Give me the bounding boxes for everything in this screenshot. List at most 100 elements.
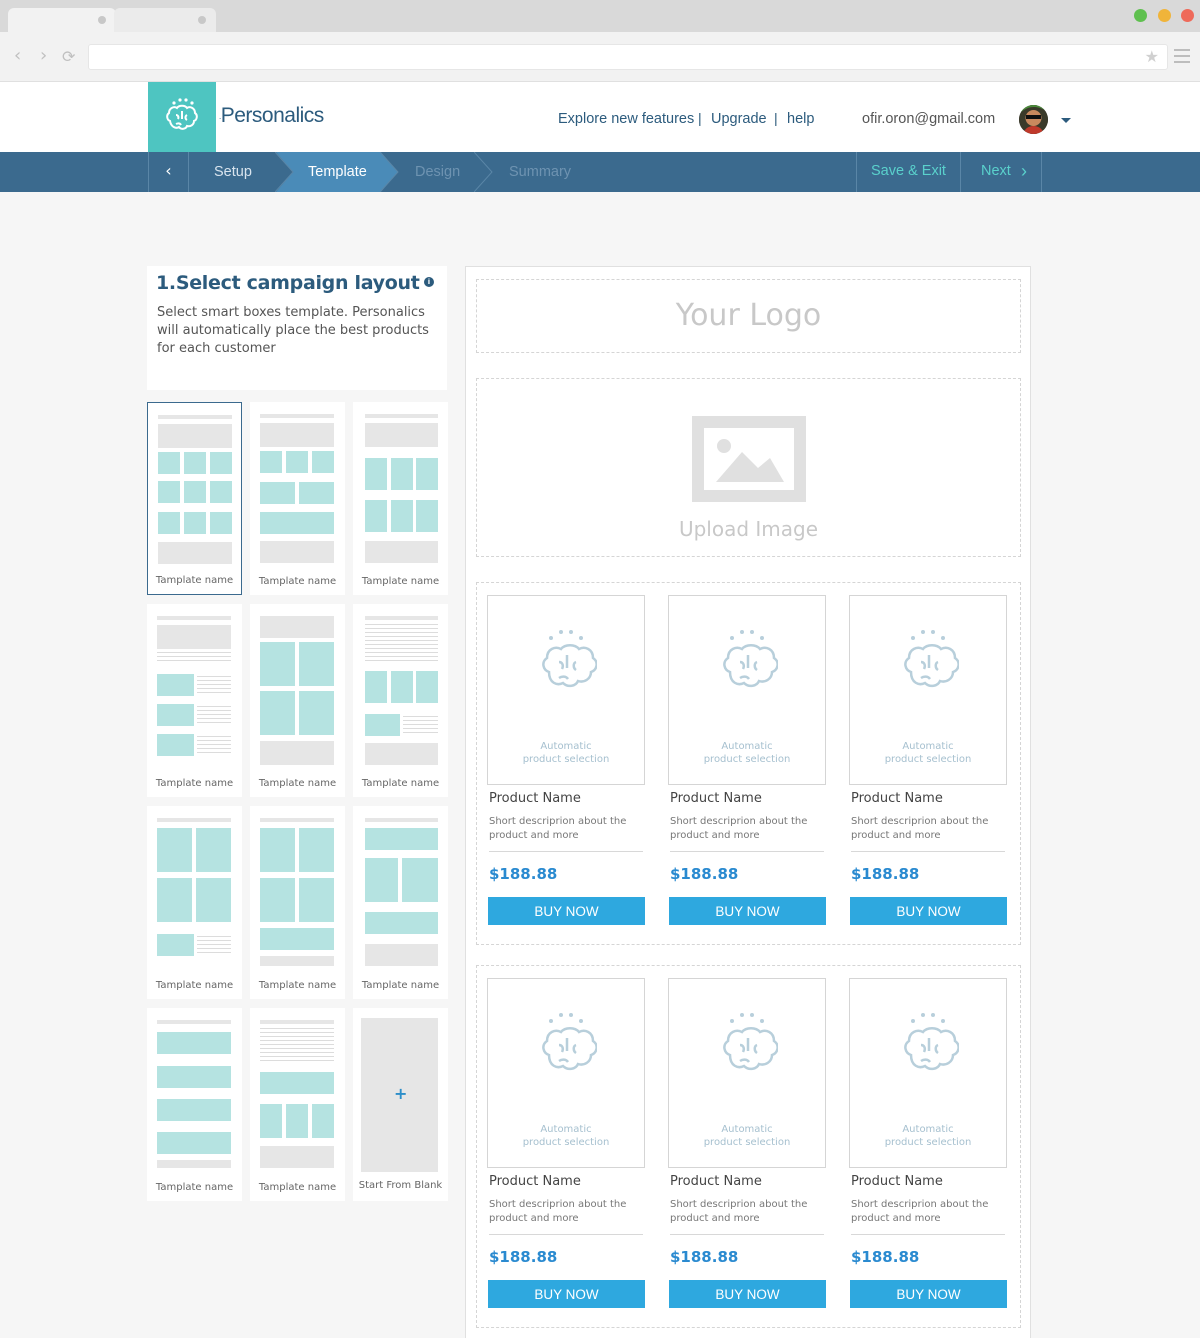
window-close-icon[interactable] [1181,9,1194,22]
panel-title: 1.Select campaign layout [156,272,420,294]
template-card[interactable]: Tamplate name [147,806,242,999]
auto-label-2: product selection [884,754,972,765]
brain-icon [904,630,959,688]
template-card[interactable]: Tamplate name [353,604,448,797]
app-header: .Personalics Explore new features | Upgr… [0,82,1200,152]
brand-name[interactable]: .Personalics [219,104,324,128]
product-price: $188.88 [670,1248,739,1266]
product-price: $188.88 [489,1248,558,1266]
product-name: Product Name [489,791,581,806]
logo-placeholder[interactable]: Your Logo [476,279,1021,353]
user-email[interactable]: ofir.oron@gmail.com [862,111,995,127]
chevron-left-icon[interactable]: ‹ [148,152,189,192]
buy-now-button[interactable]: BUY NOW [850,897,1007,925]
auto-label-2: product selection [884,1137,972,1148]
tab-close-icon[interactable] [98,16,106,24]
auto-label-2: product selection [703,1137,791,1148]
step-template[interactable]: Template [308,152,367,192]
step-chevron-icon [474,152,493,192]
upload-image-area[interactable]: Upload Image [476,378,1021,557]
template-card[interactable]: Tamplate name [353,806,448,999]
browser-tab[interactable] [114,8,216,32]
buy-now-button[interactable]: BUY NOW [488,897,645,925]
image-icon [692,416,806,502]
save-exit-button[interactable]: Save & Exit [856,152,960,192]
product-name: Product Name [670,1174,762,1189]
template-name: Tamplate name [155,575,234,586]
product-name: Product Name [489,1174,581,1189]
start-from-blank-card[interactable]: + Start From Blank [353,1008,448,1201]
brand-label: Personalics [220,104,325,127]
chevron-right-icon: › [1021,161,1027,181]
product-image-placeholder[interactable]: Automatic product selection [849,595,1007,785]
product-description: Short descriprion about the product and … [670,1199,808,1224]
explore-features-link[interactable]: Explore new features [558,111,694,127]
brain-icon [723,630,778,688]
template-card[interactable]: Tamplate name [147,402,242,595]
template-name: Tamplate name [258,980,337,991]
window-minimize-icon[interactable] [1158,9,1171,22]
auto-label-2: product selection [522,754,610,765]
help-link[interactable]: help [787,111,814,127]
product-image-placeholder[interactable]: Automatic product selection [849,978,1007,1168]
template-card[interactable]: Tamplate name [147,604,242,797]
buy-now-button[interactable]: BUY NOW [850,1280,1007,1308]
upgrade-link[interactable]: Upgrade [711,111,767,127]
template-name: Tamplate name [258,1182,337,1193]
template-card[interactable]: Tamplate name [250,1008,345,1201]
tab-close-icon[interactable] [198,16,206,24]
template-name: Tamplate name [361,576,440,587]
template-name: Tamplate name [155,980,234,991]
step-summary[interactable]: Summary [509,152,571,192]
product-description: Short descriprion about the product and … [489,1199,627,1224]
auto-label-1: Automatic [902,741,954,752]
buy-now-button[interactable]: BUY NOW [488,1280,645,1308]
template-name: Tamplate name [155,778,234,789]
address-bar[interactable]: ★ [88,44,1168,70]
product-name: Product Name [851,1174,943,1189]
template-card[interactable]: Tamplate name [250,806,345,999]
separator: | [698,110,702,126]
divider [489,851,643,852]
divider [670,851,824,852]
back-arrow-icon[interactable]: ‹ [14,46,21,66]
template-name: Start From Blank [358,1180,443,1191]
product-image-placeholder[interactable]: Automatic product selection [668,595,826,785]
product-description: Short descriprion about the product and … [851,1199,989,1224]
auto-label-1: Automatic [540,741,592,752]
template-card[interactable]: Tamplate name [147,1008,242,1201]
next-button[interactable]: Next › [960,152,1042,192]
product-image-placeholder[interactable]: Automatic product selection [487,595,645,785]
step-design[interactable]: Design [415,152,460,192]
product-image-placeholder[interactable]: Automatic product selection [668,978,826,1168]
browser-menu-icon[interactable] [1174,49,1190,67]
browser-tab[interactable] [8,8,116,32]
auto-label-2: product selection [703,754,791,765]
product-price: $188.88 [851,865,920,883]
brain-icon [542,630,597,688]
product-row: Automatic product selection Product Name … [476,965,1021,1328]
window-maximize-icon[interactable] [1134,9,1147,22]
template-card[interactable]: Tamplate name [250,402,345,595]
logo-placeholder-text: Your Logo [675,298,822,333]
auto-label-2: product selection [522,1137,610,1148]
info-icon[interactable]: i [424,277,434,287]
step-setup[interactable]: Setup [214,152,252,192]
chevron-down-icon[interactable] [1061,118,1071,123]
buy-now-button[interactable]: BUY NOW [669,897,826,925]
browser-tab-strip [0,0,1200,32]
browser-toolbar: ‹ › ⟳ ★ [0,32,1200,82]
template-card[interactable]: Tamplate name [353,402,448,595]
template-name: Tamplate name [361,778,440,789]
forward-arrow-icon[interactable]: › [40,46,47,66]
template-card[interactable]: Tamplate name [250,604,345,797]
auto-label-1: Automatic [540,1124,592,1135]
upload-image-text: Upload Image [678,517,819,541]
bookmark-star-icon[interactable]: ★ [1145,47,1159,66]
product-image-placeholder[interactable]: Automatic product selection [487,978,645,1168]
brain-logo-icon[interactable] [148,82,216,152]
separator: | [774,110,778,126]
reload-icon[interactable]: ⟳ [62,47,75,67]
buy-now-button[interactable]: BUY NOW [669,1280,826,1308]
avatar[interactable] [1019,105,1048,134]
